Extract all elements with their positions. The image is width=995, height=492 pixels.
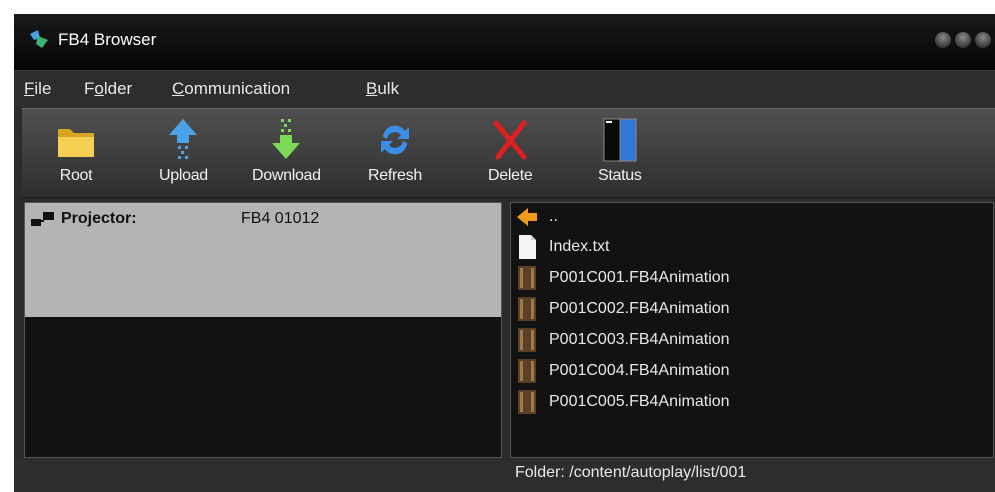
file-item[interactable]: Index.txt	[515, 233, 609, 261]
toolbar: Root Upload Download Refresh Delete Stat…	[22, 108, 995, 198]
upload-arrow-icon	[169, 119, 198, 159]
window-title: FB4 Browser	[58, 30, 157, 49]
close-button[interactable]	[975, 32, 991, 48]
menu-bar: File Folder Communication Bulk	[14, 70, 995, 107]
status-panel-icon	[603, 118, 637, 162]
projector-list[interactable]: Projector: FB4 01012	[24, 202, 502, 458]
window-controls	[935, 32, 991, 48]
file-item-parent[interactable]: ..	[515, 203, 558, 231]
file-item[interactable]: P001C003.FB4Animation	[515, 326, 730, 354]
refresh-icon	[380, 125, 409, 155]
file-item[interactable]: P001C005.FB4Animation	[515, 388, 730, 416]
app-logo-icon	[30, 30, 48, 48]
status-button[interactable]: Status	[598, 117, 642, 195]
delete-x-icon	[493, 120, 527, 160]
delete-button[interactable]: Delete	[488, 117, 533, 195]
animation-file-icon	[518, 359, 536, 383]
upload-button[interactable]: Upload	[159, 117, 208, 195]
animation-file-icon	[518, 390, 536, 414]
menu-file[interactable]: File	[24, 79, 51, 99]
folder-icon	[58, 129, 94, 157]
menu-bulk[interactable]: Bulk	[366, 79, 399, 99]
fb4-browser-window: FB4 Browser File Folder Communication Bu…	[14, 14, 995, 492]
file-item[interactable]: P001C002.FB4Animation	[515, 295, 730, 323]
refresh-button[interactable]: Refresh	[368, 117, 422, 195]
root-button[interactable]: Root	[56, 117, 96, 195]
animation-file-icon	[518, 297, 536, 321]
animation-file-icon	[518, 266, 536, 290]
menu-communication[interactable]: Communication	[172, 79, 290, 99]
text-file-icon	[519, 235, 536, 259]
current-folder-path: Folder: /content/autoplay/list/001	[515, 464, 747, 481]
projector-row[interactable]: Projector: FB4 01012	[25, 203, 501, 317]
file-item[interactable]: P001C004.FB4Animation	[515, 357, 730, 385]
network-projector-icon	[31, 212, 54, 226]
file-list[interactable]: .. Index.txt P001C001.FB4Animation P001C…	[510, 202, 994, 458]
download-arrow-icon	[272, 119, 301, 159]
file-item[interactable]: P001C001.FB4Animation	[515, 264, 730, 292]
maximize-button[interactable]	[955, 32, 971, 48]
projector-id: FB4 01012	[241, 210, 320, 227]
animation-file-icon	[518, 328, 536, 352]
back-arrow-icon	[517, 208, 537, 226]
status-bar: Folder: /content/autoplay/list/001	[14, 460, 995, 492]
title-bar[interactable]: FB4 Browser	[14, 14, 995, 70]
menu-folder[interactable]: Folder	[84, 79, 132, 99]
download-button[interactable]: Download	[252, 117, 321, 195]
minimize-button[interactable]	[935, 32, 951, 48]
projector-label: Projector:	[61, 210, 137, 227]
